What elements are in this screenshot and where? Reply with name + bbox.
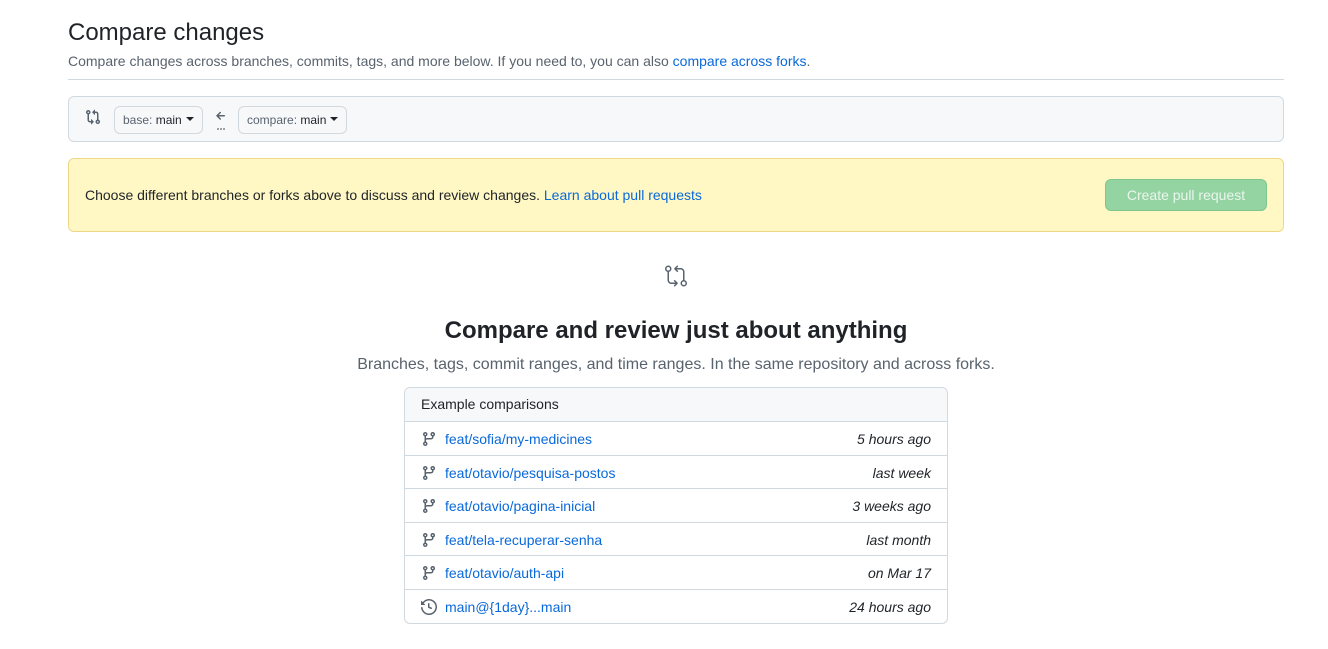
example-comparison-time: last month — [866, 531, 931, 548]
range-editor: base: main compare: main — [68, 96, 1284, 142]
subtitle-suffix: . — [806, 53, 811, 69]
base-branch-select[interactable]: base: main — [114, 106, 203, 134]
example-comparisons-list: feat/sofia/my-medicines 5 hours ago feat/… — [405, 422, 947, 623]
example-comparison-row: main@{1day}...main 24 hours ago — [405, 590, 947, 624]
arrow-left-icon — [213, 107, 229, 133]
example-comparison-time: 5 hours ago — [857, 431, 931, 447]
example-comparison-row: feat/sofia/my-medicines 5 hours ago — [405, 422, 947, 456]
compare-branch-select[interactable]: compare: main — [238, 106, 348, 134]
page-subtitle: Compare changes across branches, commits… — [68, 51, 810, 71]
example-comparison-time: 3 weeks ago — [852, 498, 931, 514]
compare-label: compare: — [247, 113, 298, 127]
example-comparison-row: feat/otavio/pagina-inicial 3 weeks ago — [405, 489, 947, 523]
learn-pull-requests-link[interactable]: Learn about pull requests — [544, 187, 702, 203]
git-branch-icon — [421, 565, 437, 581]
compare-ref: main — [300, 113, 327, 127]
example-comparison-link[interactable]: main@{1day}...main — [445, 597, 571, 617]
blankslate-description: Branches, tags, commit ranges, and time … — [357, 356, 995, 373]
example-comparisons-header: Example comparisons — [405, 388, 947, 422]
git-branch-icon — [421, 465, 437, 481]
example-comparison-row: feat/otavio/auth-api on Mar 17 — [405, 556, 947, 590]
caret-down-icon — [330, 116, 339, 121]
git-compare-icon — [664, 264, 688, 288]
git-compare-icon — [85, 109, 101, 125]
page-title: Compare changes — [68, 19, 265, 46]
git-branch-icon — [421, 431, 437, 447]
blankslate-title: Compare and review just about anything — [444, 317, 908, 344]
compare-across-forks-link[interactable]: compare across forks — [673, 53, 807, 69]
example-comparison-time: 24 hours ago — [849, 598, 931, 615]
example-comparison-link[interactable]: feat/tela-recuperar-senha — [445, 530, 602, 550]
example-comparison-link[interactable]: feat/otavio/pagina-inicial — [445, 496, 595, 516]
base-ref: main — [155, 113, 182, 127]
example-comparison-row: feat/otavio/pesquisa-postos last week — [405, 456, 947, 489]
subtitle-text: Compare changes across branches, commits… — [68, 53, 673, 69]
flash-message: Choose different branches or forks above… — [85, 185, 702, 205]
example-comparison-time: last week — [872, 464, 931, 481]
example-comparison-row: feat/tela-recuperar-senha last month — [405, 523, 947, 556]
git-branch-icon — [421, 498, 437, 514]
example-comparisons-box: Example comparisons feat/sofia/my-medici… — [404, 387, 948, 624]
example-comparison-link[interactable]: feat/otavio/auth-api — [445, 563, 564, 583]
flash-text: Choose different branches or forks above… — [85, 187, 540, 203]
git-branch-icon — [421, 532, 437, 548]
caret-down-icon — [185, 116, 194, 121]
example-comparison-time: on Mar 17 — [867, 565, 931, 581]
base-label: base: — [123, 113, 153, 127]
example-comparison-link[interactable]: feat/sofia/my-medicines — [445, 429, 592, 449]
create-pull-request-button[interactable]: Create pull request — [1105, 179, 1267, 211]
divider — [68, 79, 1284, 80]
example-comparison-link[interactable]: feat/otavio/pesquisa-postos — [445, 463, 615, 483]
flash-notice: Choose different branches or forks above… — [68, 158, 1284, 232]
history-icon — [421, 598, 438, 615]
